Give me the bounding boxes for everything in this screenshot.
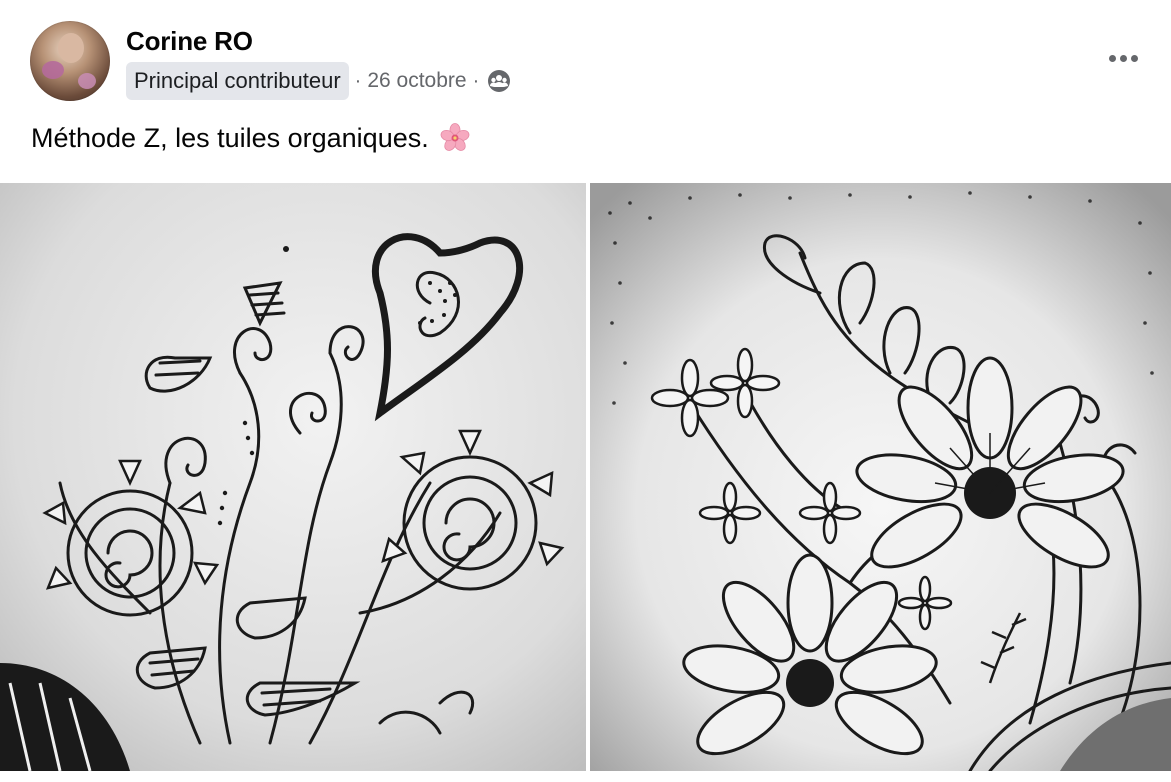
caption-text: Méthode Z, les tuiles organiques. [31, 122, 429, 153]
photo-grid [0, 183, 1171, 782]
more-horizontal-icon[interactable] [1105, 44, 1141, 72]
author-name[interactable]: Corine RO [126, 26, 253, 57]
cherry-blossom-icon [439, 122, 471, 154]
post-meta: Principal contributeur · 26 octobre · [126, 62, 511, 100]
zentangle-organic-tile-right [590, 183, 1171, 771]
contributor-badge[interactable]: Principal contributeur [126, 62, 349, 100]
meta-separator: · [354, 69, 362, 92]
post-date[interactable]: 26 octobre [367, 69, 466, 93]
author-avatar[interactable] [30, 21, 110, 101]
zentangle-organic-tile-left [0, 183, 586, 771]
photo-right[interactable] [590, 183, 1171, 771]
meta-separator: · [472, 69, 480, 92]
post-caption: Méthode Z, les tuiles organiques. [31, 122, 471, 154]
post-header: Corine RO Principal contributeur · 26 oc… [0, 0, 1171, 115]
group-icon[interactable] [487, 69, 511, 93]
photo-left[interactable] [0, 183, 586, 771]
